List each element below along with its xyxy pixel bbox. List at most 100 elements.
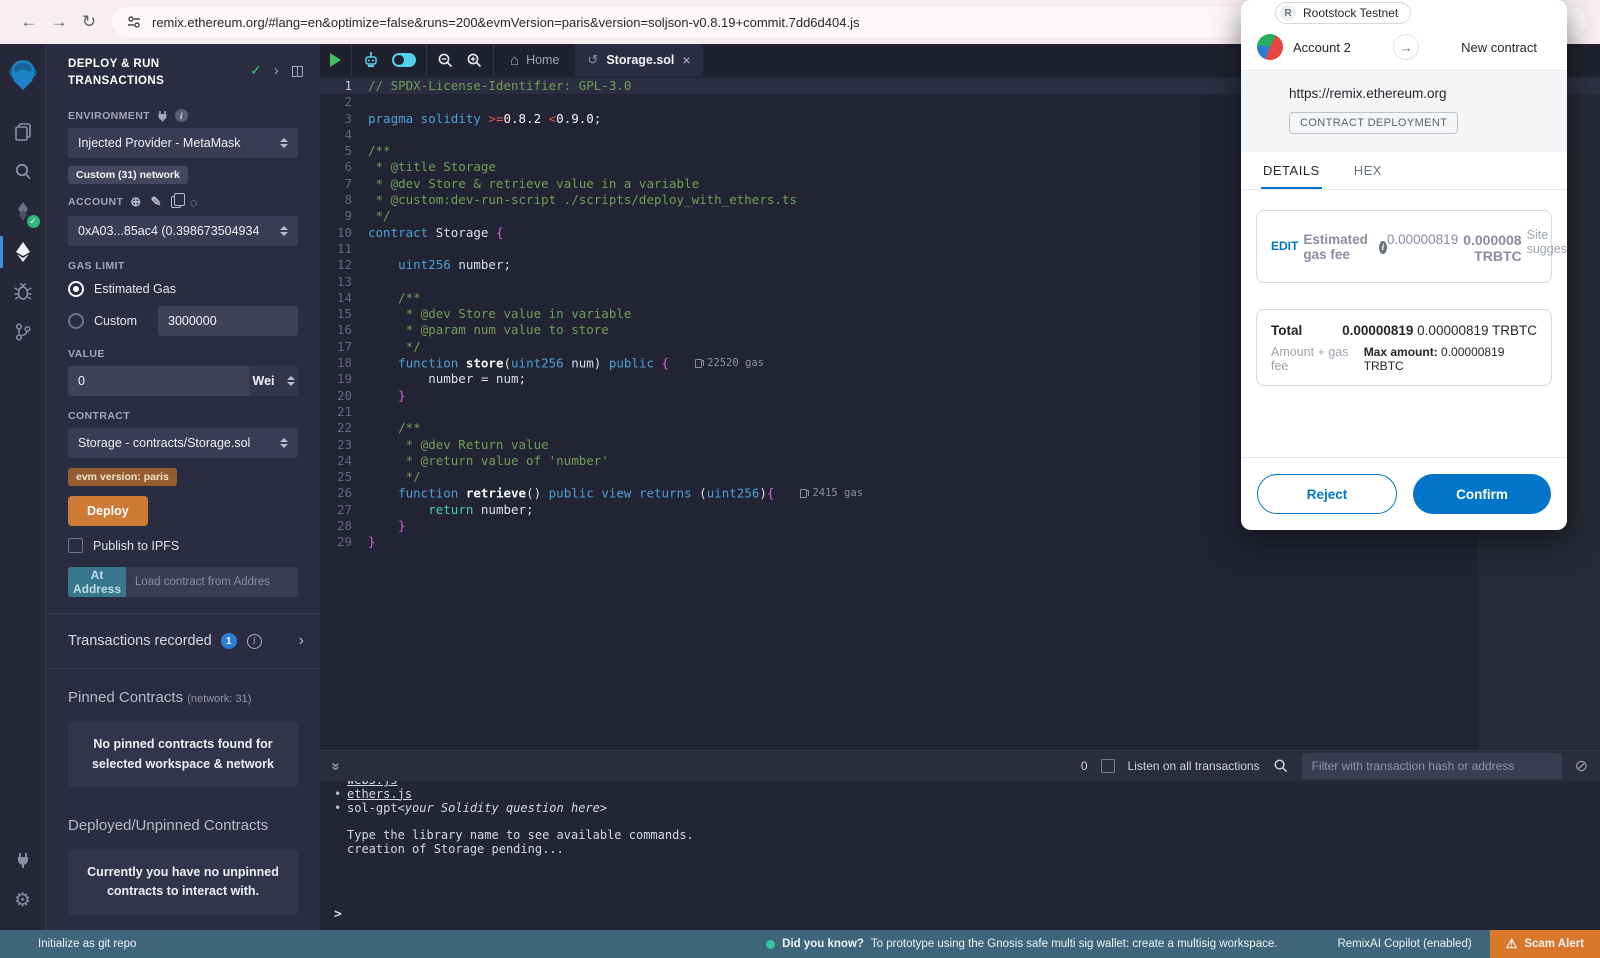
- line-number: 20: [320, 388, 368, 404]
- radio-unselected-icon[interactable]: [68, 313, 84, 329]
- unpinned-contracts-title: Deployed/Unpinned Contracts: [68, 817, 268, 834]
- custom-gas-input[interactable]: [158, 306, 298, 336]
- site-suggested-label: Site suggested: [1527, 228, 1567, 256]
- line-number: 24: [320, 453, 368, 469]
- zoom-in-icon[interactable]: [466, 52, 483, 69]
- environment-select[interactable]: Injected Provider - MetaMask: [68, 128, 298, 158]
- scam-alert-button[interactable]: ⚠ Scam Alert: [1490, 930, 1600, 958]
- back-icon[interactable]: ←: [14, 12, 44, 32]
- edit-gas-link[interactable]: EDIT: [1271, 239, 1298, 253]
- at-address-button[interactable]: At Address: [68, 567, 126, 597]
- sign-message-icon[interactable]: ✎: [151, 194, 162, 210]
- gas-fee-native: 0.000008 TRBTC: [1463, 232, 1521, 264]
- ai-copilot-robot-icon[interactable]: [362, 51, 380, 69]
- detail-tabs: DETAILS HEX: [1241, 152, 1567, 190]
- forward-icon[interactable]: →: [44, 12, 74, 32]
- code-text: }: [368, 534, 376, 550]
- deploy-button[interactable]: Deploy: [68, 496, 148, 526]
- site-settings-icon[interactable]: [126, 14, 142, 30]
- sidebar-item-solidity-compiler[interactable]: ✓: [0, 192, 46, 232]
- gas-pump-icon: [695, 359, 702, 368]
- gear-icon: ⚙: [14, 889, 31, 912]
- library-link[interactable]: ethers.js: [347, 788, 412, 802]
- estimated-gas-option[interactable]: Estimated Gas: [68, 281, 298, 297]
- value-unit-label: Wei: [253, 374, 275, 388]
- copilot-status[interactable]: RemixAI Copilot (enabled): [1337, 938, 1471, 950]
- solidity-file-icon: ↺: [587, 52, 598, 68]
- radio-selected-icon[interactable]: [68, 281, 84, 297]
- run-script-icon[interactable]: [330, 53, 341, 67]
- status-bar: Initialize as git repo Did you know? To …: [0, 930, 1600, 958]
- reload-icon[interactable]: ↻: [74, 12, 104, 32]
- sidebar-item-deploy-run[interactable]: [0, 232, 46, 272]
- value-label: VALUE: [68, 348, 105, 360]
- value-input[interactable]: [68, 366, 249, 396]
- network-pill[interactable]: R Rootstock Testnet: [1275, 2, 1411, 24]
- unpinned-empty-line2: contracts to interact with.: [84, 882, 282, 901]
- pin-panel-icon[interactable]: ◫: [291, 62, 304, 79]
- scam-alert-label: Scam Alert: [1524, 938, 1584, 950]
- warning-icon: ⚠: [1506, 936, 1518, 952]
- indent: [334, 829, 347, 843]
- line-number: 10: [320, 225, 368, 241]
- sidebar-item-file-explorer[interactable]: [0, 112, 46, 152]
- compile-success-badge: ✓: [27, 215, 40, 228]
- clear-console-icon[interactable]: ⊘: [1575, 756, 1588, 776]
- close-tab-icon[interactable]: ×: [682, 52, 690, 68]
- network-name: Rootstock Testnet: [1303, 6, 1398, 20]
- line-number: 18: [320, 355, 368, 371]
- at-address-input[interactable]: [126, 567, 298, 597]
- divider: [46, 613, 320, 614]
- add-account-icon[interactable]: ⊕: [130, 194, 141, 210]
- code-text: return number;: [368, 502, 534, 518]
- sidebar-item-debugger[interactable]: [0, 272, 46, 312]
- terminal-text: creation of Storage pending...: [347, 843, 564, 857]
- line-number: 23: [320, 437, 368, 453]
- sidebar-item-search[interactable]: [0, 152, 46, 192]
- terminal-prompt[interactable]: >: [334, 907, 342, 922]
- checkbox-icon[interactable]: [68, 538, 83, 553]
- panel-title: DEPLOY & RUN TRANSACTIONS: [68, 56, 218, 89]
- environment-info-icon[interactable]: i: [175, 109, 188, 122]
- copilot-toggle-icon[interactable]: [392, 53, 416, 67]
- custom-gas-option[interactable]: Custom: [68, 306, 298, 336]
- tab-storage-sol[interactable]: ↺ Storage.sol ×: [575, 44, 702, 76]
- transactions-expand-icon[interactable]: ›: [299, 632, 304, 650]
- pinned-contracts-title: Pinned Contracts: [68, 689, 183, 706]
- publish-ipfs-option[interactable]: Publish to IPFS: [68, 538, 298, 553]
- value-unit-select[interactable]: Wei: [249, 366, 298, 396]
- unpinned-empty-message: Currently you have no unpinned contracts…: [68, 850, 298, 915]
- sidebar-item-settings[interactable]: ⚙: [0, 880, 46, 920]
- pinned-empty-message: No pinned contracts found for selected w…: [68, 722, 298, 787]
- contract-select[interactable]: Storage - contracts/Storage.sol: [68, 428, 298, 458]
- transactions-info-icon[interactable]: i: [247, 634, 262, 649]
- tab-details[interactable]: DETAILS: [1261, 152, 1322, 189]
- account-select[interactable]: 0xA03...85ac4 (0.398673504934: [68, 216, 298, 246]
- total-bold-value: 0.00000819: [1342, 323, 1413, 338]
- tab-hex[interactable]: HEX: [1352, 152, 1384, 189]
- refresh-spinner-icon: ◌: [190, 195, 198, 210]
- reject-button[interactable]: Reject: [1257, 474, 1397, 514]
- code-text: function store(uint256 num) public {2252…: [368, 355, 764, 371]
- gas-info-icon[interactable]: i: [1379, 241, 1387, 254]
- copy-account-icon[interactable]: [171, 196, 181, 208]
- confirm-button[interactable]: Confirm: [1413, 474, 1551, 514]
- code-line[interactable]: 29}: [320, 534, 1600, 550]
- terminal-output[interactable]: •web3.js•ethers.js•sol-gpt <your Solidit…: [320, 781, 1600, 930]
- git-init-status[interactable]: Initialize as git repo: [0, 938, 136, 950]
- sidebar-item-git[interactable]: [0, 312, 46, 352]
- terminal-filter-input[interactable]: [1302, 753, 1562, 779]
- terminal-line: •sol-gpt <your Solidity question here>: [334, 802, 1600, 816]
- zoom-out-icon[interactable]: [437, 52, 454, 69]
- tab-home[interactable]: ⌂ Home: [494, 44, 575, 76]
- transactions-recorded-row[interactable]: Transactions recorded 1 i ›: [46, 618, 320, 664]
- sidebar-item-plugin-manager[interactable]: [0, 840, 46, 880]
- plug-icon: [157, 110, 168, 122]
- home-tab-label: Home: [526, 53, 559, 67]
- line-number: 8: [320, 192, 368, 208]
- listen-checkbox[interactable]: [1101, 759, 1115, 773]
- panel-collapse-icon[interactable]: ›: [274, 62, 279, 79]
- terminal-collapse-icon[interactable]: »: [328, 762, 345, 770]
- remix-logo[interactable]: [0, 52, 46, 98]
- publish-ipfs-label: Publish to IPFS: [93, 539, 179, 553]
